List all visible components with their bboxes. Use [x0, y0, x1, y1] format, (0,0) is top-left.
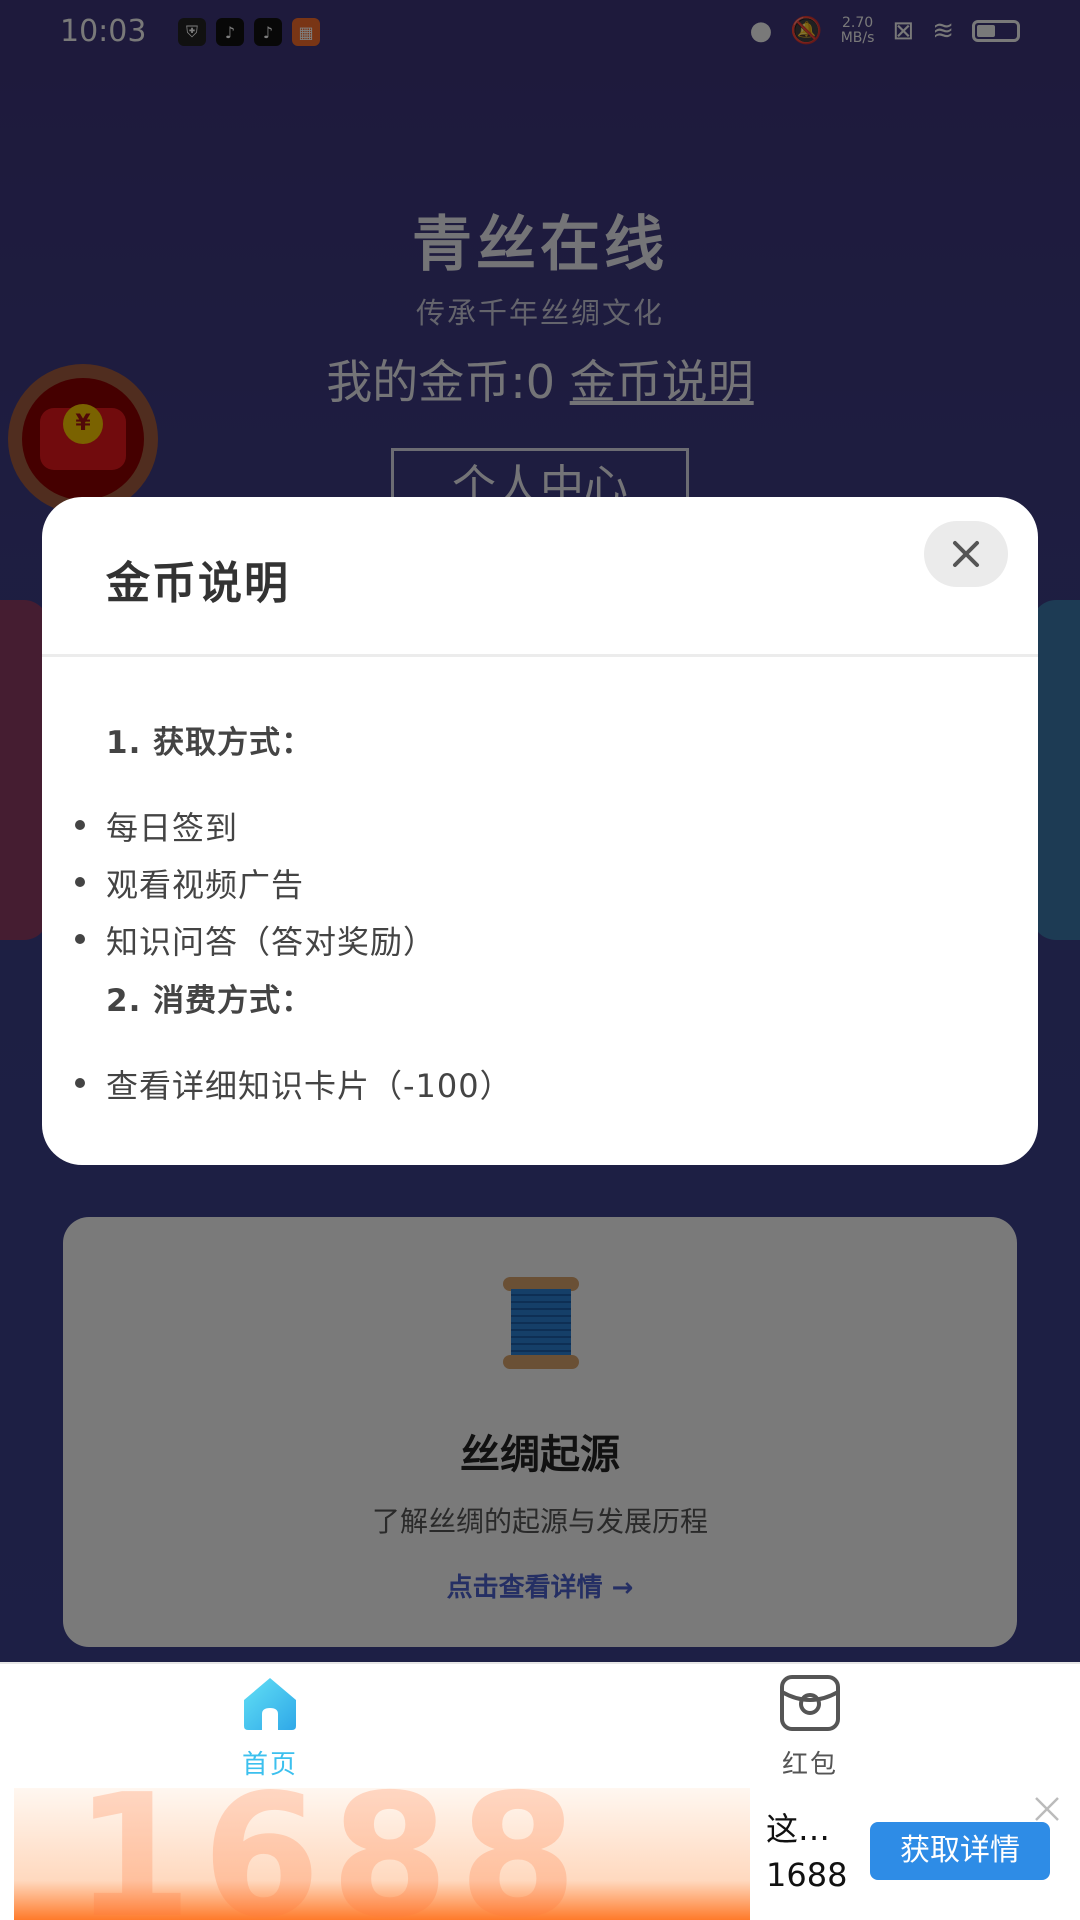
close-button[interactable] — [924, 521, 1008, 587]
redpacket-icon — [780, 1675, 840, 1731]
home-icon — [244, 1678, 296, 1730]
modal-header: 金币说明 — [42, 497, 1038, 657]
close-icon — [953, 541, 979, 567]
ad-details-button[interactable]: 获取详情 — [870, 1822, 1050, 1880]
ad-image-text: 1688 — [74, 1788, 588, 1920]
list-item: 观看视频广告 — [74, 860, 304, 906]
ad-brand: 1688 — [766, 1856, 848, 1894]
coins-info-modal: 金币说明 1. 获取方式： 每日签到 观看视频广告 知识问答（答对奖励） 2. … — [42, 497, 1038, 1165]
ad-title: 这… — [766, 1810, 831, 1848]
list-item: 查看详细知识卡片（-100） — [75, 1061, 513, 1107]
bottom-nav: 首页 红包 — [0, 1662, 1080, 1784]
ad-banner[interactable]: 1688 这… 1688 获取详情 — [0, 1784, 1080, 1920]
nav-label-home: 首页 — [241, 1750, 298, 1780]
list-item: 知识问答（答对奖励） — [74, 917, 436, 963]
modal-title: 金币说明 — [106, 558, 290, 609]
nav-label-redpacket: 红包 — [781, 1750, 838, 1780]
section-heading: 2. 消费方式： — [106, 983, 314, 1019]
ad-image[interactable]: 1688 — [14, 1788, 750, 1920]
ad-close-icon[interactable] — [1030, 1792, 1064, 1826]
list-item: 每日签到 — [74, 803, 238, 849]
nav-item-redpacket[interactable]: 红包 — [710, 1674, 910, 1781]
section-heading: 1. 获取方式： — [106, 725, 314, 761]
nav-item-home[interactable]: 首页 — [170, 1674, 370, 1781]
